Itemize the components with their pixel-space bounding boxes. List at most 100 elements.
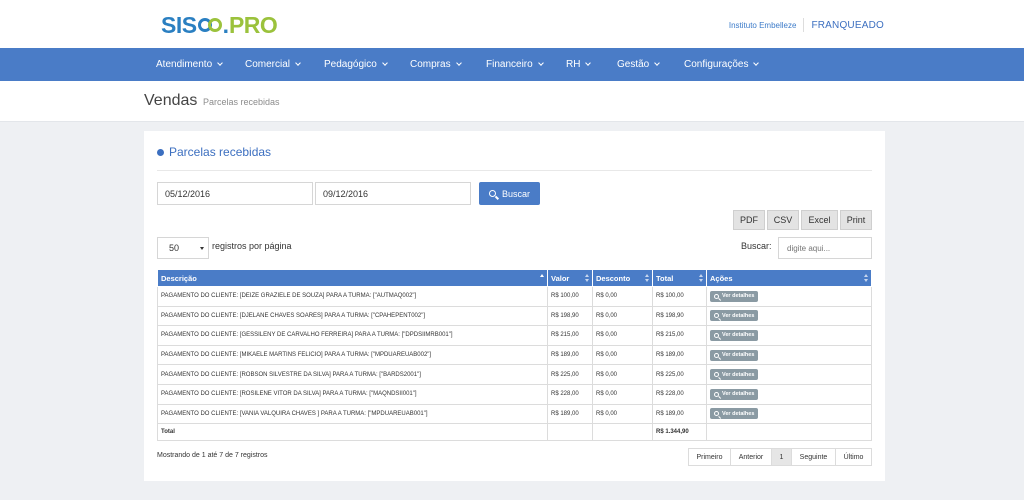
cell-total: R$ 100,00 [652,286,707,307]
cell-desconto: R$ 0,00 [592,286,653,307]
ver-detalhes-button[interactable]: Ver detalhes [710,408,759,420]
institution-link[interactable]: Instituto Embelleze [729,21,797,30]
breadcrumb: Vendas › Parcelas recebidas [0,81,1024,122]
ver-detalhes-label: Ver detalhes [722,312,755,319]
date-from-input[interactable] [157,182,313,205]
ver-detalhes-button[interactable]: Ver detalhes [710,290,759,302]
column-descricao[interactable]: Descrição [157,269,548,287]
nav-label: Pedagógico [324,59,377,70]
main-nav: Atendimento Comercial Pedagógico Compras… [0,48,1024,81]
export-pdf-button[interactable]: PDF [733,210,765,230]
page-prev-button[interactable]: Anterior [730,448,772,466]
column-label: Total [656,273,674,283]
search-icon [714,352,719,358]
content-panel: Parcelas recebidas Buscar PDF CSV Excel … [144,131,885,481]
ver-detalhes-button[interactable]: Ver detalhes [710,388,759,400]
ver-detalhes-button[interactable]: Ver detalhes [710,310,759,322]
table-row: PAGAMENTO DO CLIENTE: [MIKAELE MARTINS F… [157,344,872,366]
nav-rh[interactable]: RH [566,48,592,81]
cell-valor: R$ 189,00 [547,403,593,425]
ver-detalhes-label: Ver detalhes [722,332,755,339]
cell-total: R$ 189,00 [652,403,707,425]
cell-total: R$ 225,00 [652,364,707,385]
per-page-value: 50 [169,243,180,253]
search-input[interactable] [778,237,872,259]
column-valor[interactable]: Valor [547,269,593,287]
cell-total: R$ 228,00 [652,383,707,405]
cell-valor: R$ 215,00 [547,325,593,346]
cell-valor: R$ 228,00 [547,383,593,405]
table-row: PAGAMENTO DO CLIENTE: [GESSILENY DE CARV… [157,325,872,346]
page-next-button[interactable]: Seguinte [791,448,836,466]
nav-configuracoes[interactable]: Configurações [684,48,760,81]
payments-table: Descrição Valor Desconto Total Ações PAG… [157,269,872,442]
cell-desconto: R$ 0,00 [592,364,653,385]
table-total-row: Total R$ 1.344,90 [157,423,872,442]
nav-gestao[interactable]: Gestão [617,48,661,81]
print-button[interactable]: Print [840,210,872,230]
search-button[interactable]: Buscar [479,182,540,205]
sisoo-pro-logo[interactable]: SIS . PRO [161,12,278,38]
cell-valor: R$ 198,90 [547,305,593,327]
column-label: Descrição [161,273,197,283]
cell-descricao: PAGAMENTO DO CLIENTE: [GESSILENY DE CARV… [157,325,548,346]
column-label: Ações [710,273,733,283]
cell-acoes: Ver detalhes [706,325,872,346]
cell-descricao: PAGAMENTO DO CLIENTE: [DJELANE CHAVES SO… [157,305,548,327]
page-first-button[interactable]: Primeiro [688,448,731,466]
cell-empty [706,423,872,442]
nav-comercial[interactable]: Comercial [245,48,301,81]
user-area: Instituto Embelleze FRANQUEADO [729,18,884,32]
table-row: PAGAMENTO DO CLIENTE: [DEIZE GRAZIELE DE… [157,286,872,307]
export-excel-button[interactable]: Excel [801,210,838,230]
chevron-down-icon [537,60,544,66]
search-icon [488,190,496,197]
ver-detalhes-button[interactable]: Ver detalhes [710,369,759,381]
column-desconto[interactable]: Desconto [592,269,653,287]
logo-rings-icon [197,18,222,32]
table-row: PAGAMENTO DO CLIENTE: [DJELANE CHAVES SO… [157,305,872,327]
chevron-down-icon [381,60,388,66]
user-role-menu[interactable]: FRANQUEADO [811,20,884,31]
column-label: Desconto [596,273,631,283]
table-row: PAGAMENTO DO CLIENTE: [VANIA VALQUIRA CH… [157,403,872,425]
page-title[interactable]: Vendas [144,92,197,110]
date-to-input[interactable] [315,182,471,205]
divider [157,170,872,171]
column-total[interactable]: Total [652,269,707,287]
table-row: PAGAMENTO DO CLIENTE: [ROSILENE VITOR DA… [157,383,872,405]
ver-detalhes-button[interactable]: Ver detalhes [710,329,759,341]
column-label: Valor [551,273,570,283]
search-icon [714,332,719,338]
cell-empty [592,423,653,442]
nav-label: Financeiro [486,59,533,70]
cell-total: R$ 215,00 [652,325,707,346]
export-csv-button[interactable]: CSV [767,210,799,230]
per-page-select[interactable]: 50 [157,237,209,259]
divider [803,18,805,32]
ver-detalhes-label: Ver detalhes [722,371,755,378]
cell-acoes: Ver detalhes [706,383,872,405]
page-last-button[interactable]: Último [835,448,872,466]
nav-pedagogico[interactable]: Pedagógico [324,48,388,81]
ver-detalhes-label: Ver detalhes [722,410,755,417]
nav-compras[interactable]: Compras [410,48,462,81]
search-button-label: Buscar [501,188,530,199]
nav-label: Atendimento [156,59,213,70]
search-icon [714,391,719,397]
page-number-button[interactable]: 1 [771,448,792,466]
cell-acoes: Ver detalhes [706,286,872,307]
cell-acoes: Ver detalhes [706,305,872,327]
column-acoes[interactable]: Ações [706,269,872,287]
cell-acoes: Ver detalhes [706,344,872,366]
cell-valor: R$ 225,00 [547,364,593,385]
chevron-down-icon [455,60,462,66]
chevron-down-icon [585,60,592,66]
cell-total: R$ 198,90 [652,305,707,327]
nav-atendimento[interactable]: Atendimento [156,48,223,81]
cell-empty [547,423,593,442]
cell-descricao: PAGAMENTO DO CLIENTE: [ROSILENE VITOR DA… [157,383,548,405]
nav-financeiro[interactable]: Financeiro [486,48,544,81]
ver-detalhes-label: Ver detalhes [722,352,755,359]
ver-detalhes-button[interactable]: Ver detalhes [710,349,759,361]
